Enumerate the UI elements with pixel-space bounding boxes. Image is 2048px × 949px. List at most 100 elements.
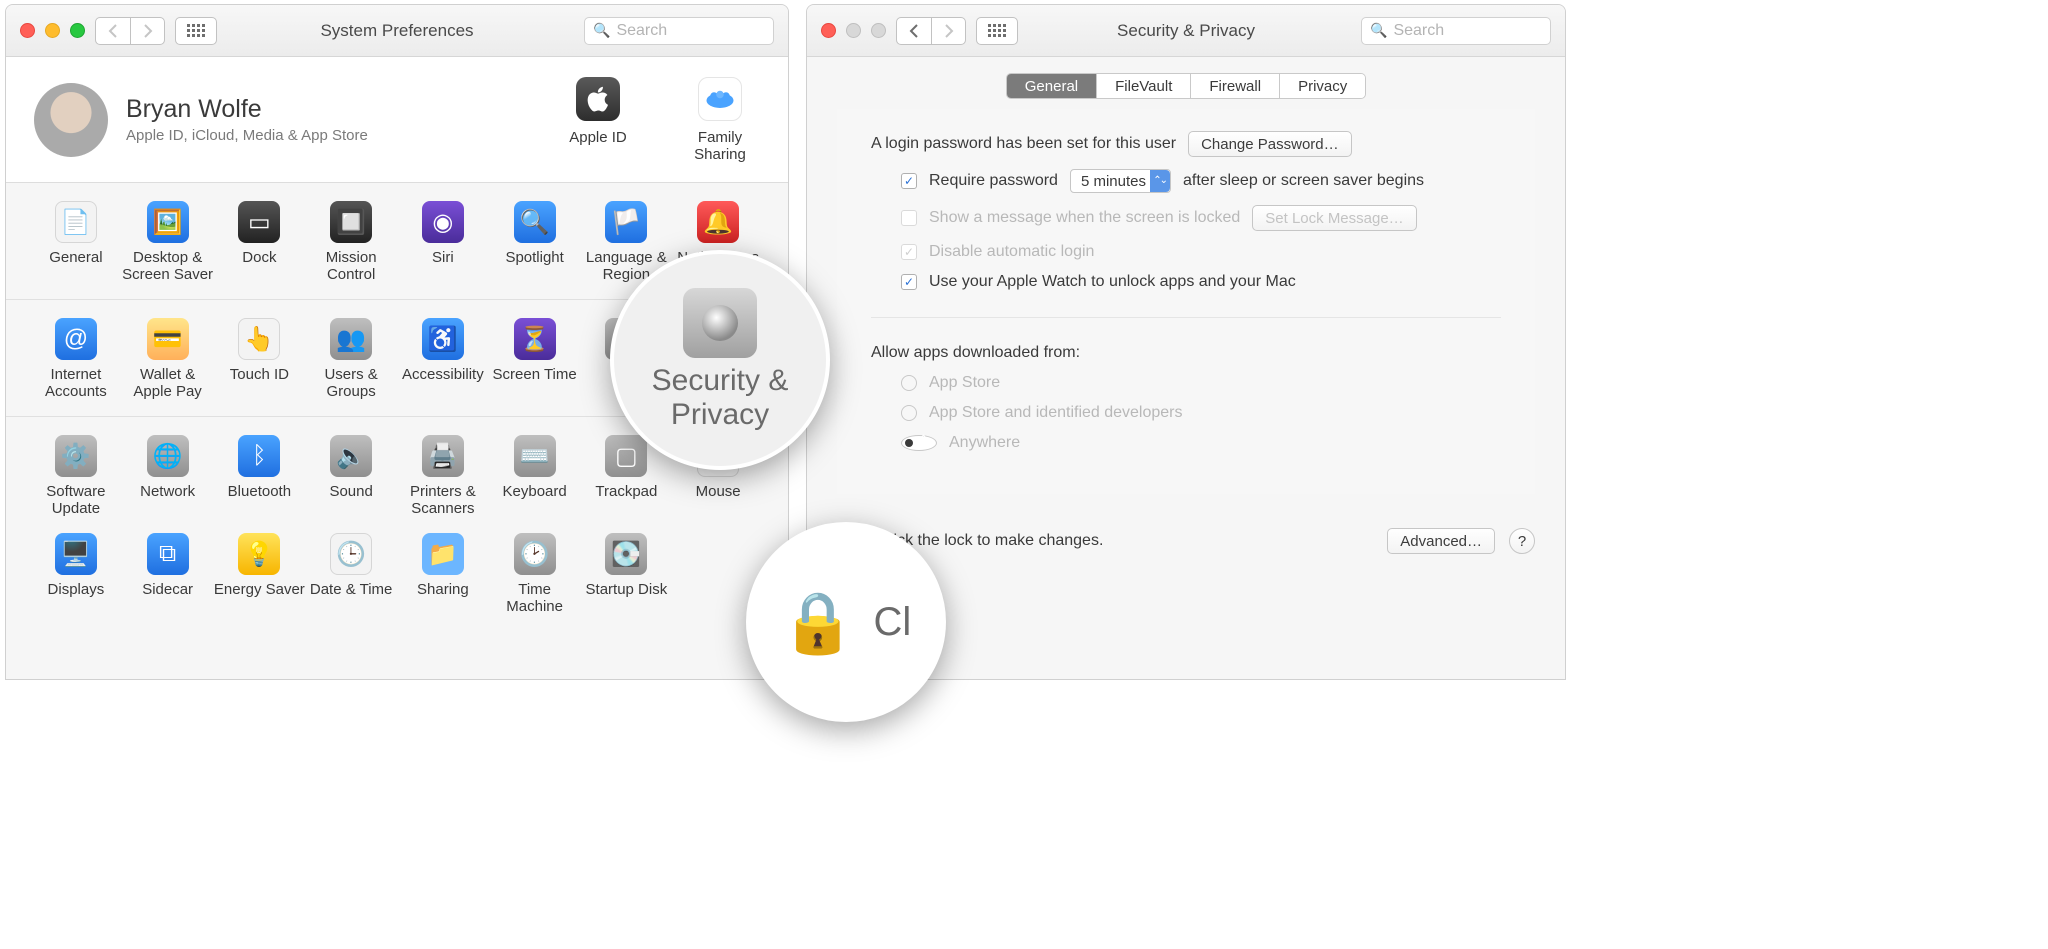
back-button[interactable]	[96, 18, 130, 44]
show-all-button[interactable]	[175, 17, 217, 45]
search-field[interactable]: 🔍 Search	[1361, 17, 1551, 45]
pref-sharing[interactable]: 📁Sharing	[397, 529, 489, 621]
forward-button[interactable]	[130, 18, 164, 44]
pref-datetime[interactable]: 🕒 Date & Time	[305, 529, 397, 621]
pref-label: Users & Groups	[305, 366, 397, 402]
close-window[interactable]	[821, 23, 836, 38]
pref-spotlight[interactable]: 🔍Spotlight	[489, 197, 581, 289]
disable-auto-login-checkbox	[901, 244, 917, 260]
pref-touchid[interactable]: 👆Touch ID	[214, 314, 306, 406]
pref-displays[interactable]: 🖥️Displays	[30, 529, 122, 621]
sharing-icon: 📁	[422, 533, 464, 575]
pref-sidecar[interactable]: ⧉Sidecar	[122, 529, 214, 621]
pref-label: Date & Time	[310, 581, 393, 617]
user-name: Bryan Wolfe	[126, 95, 368, 124]
pref-siri[interactable]: ◉Siri	[397, 197, 489, 289]
zoom-window[interactable]	[871, 23, 886, 38]
require-password-checkbox[interactable]	[901, 173, 917, 189]
callout-lock: 🔒 Cl	[746, 522, 946, 722]
change-password-button[interactable]: Change Password…	[1188, 131, 1352, 157]
pref-internet[interactable]: @Internet Accounts	[30, 314, 122, 406]
back-button[interactable]	[897, 18, 931, 44]
titlebar: Security & Privacy 🔍 Search	[807, 5, 1565, 57]
window-title: Security & Privacy	[1117, 21, 1255, 41]
pref-mission[interactable]: 🔲Mission Control	[305, 197, 397, 289]
tab-firewall[interactable]: Firewall	[1190, 74, 1279, 98]
pref-label: Displays	[48, 581, 105, 617]
pref-sound[interactable]: 🔈 Sound	[305, 431, 397, 523]
internet-icon: @	[55, 318, 97, 360]
zoom-window[interactable]	[70, 23, 85, 38]
divider	[871, 317, 1501, 318]
search-icon: 🔍	[1370, 22, 1387, 39]
pref-label: Siri	[432, 249, 454, 285]
mission-icon: 🔲	[330, 201, 372, 243]
advanced-button[interactable]: Advanced…	[1387, 528, 1495, 554]
pref-printers[interactable]: 🖨️Printers & Scanners	[397, 431, 489, 523]
pref-startup[interactable]: 💽Startup Disk	[581, 529, 673, 621]
apple-id-item[interactable]: Apple ID	[558, 77, 638, 163]
tab-filevault[interactable]: FileVault	[1096, 74, 1190, 98]
help-button[interactable]: ?	[1509, 528, 1535, 554]
pref-dock[interactable]: ▭Dock	[214, 197, 306, 289]
sound-icon: 🔈	[330, 435, 372, 477]
pref-wallet[interactable]: 💳Wallet & Apple Pay	[122, 314, 214, 406]
swupdate-icon: ⚙️	[55, 435, 97, 477]
family-icon	[698, 77, 742, 121]
pref-label: General	[49, 249, 102, 285]
pref-label: Printers & Scanners	[397, 483, 489, 519]
callout-security-label: Security & Privacy	[614, 364, 826, 433]
pref-network[interactable]: 🌐Network	[122, 431, 214, 523]
tabs: General FileVault Firewall Privacy	[807, 57, 1565, 109]
callout-lock-text: Cl	[873, 600, 911, 645]
close-window[interactable]	[20, 23, 35, 38]
family-sharing-item[interactable]: Family Sharing	[680, 77, 760, 163]
pref-bluetooth[interactable]: ᛒBluetooth	[214, 431, 306, 523]
login-password-text: A login password has been set for this u…	[871, 135, 1176, 153]
trackpad-icon: ▢	[605, 435, 647, 477]
tab-strip: General FileVault Firewall Privacy	[1006, 73, 1367, 99]
startup-icon: 💽	[605, 533, 647, 575]
require-password-row: Require password 5 minutes after sleep o…	[871, 169, 1501, 193]
datetime-icon: 🕒	[330, 533, 372, 575]
nav-back-forward	[95, 17, 165, 45]
timemachine-icon: 🕑	[514, 533, 556, 575]
pref-keyboard[interactable]: ⌨️Keyboard	[489, 431, 581, 523]
pref-label: Wallet & Apple Pay	[122, 366, 214, 402]
allow-apps-heading: Allow apps downloaded from:	[871, 344, 1080, 362]
disable-auto-login-label: Disable automatic login	[929, 243, 1094, 261]
forward-button[interactable]	[931, 18, 965, 44]
general-panel: A login password has been set for this u…	[837, 109, 1535, 494]
header-icons: Apple ID Family Sharing	[558, 77, 760, 163]
show-all-button[interactable]	[976, 17, 1018, 45]
pref-energy[interactable]: 💡Energy Saver	[214, 529, 306, 621]
tab-general[interactable]: General	[1007, 74, 1096, 98]
pref-general[interactable]: 📄General	[30, 197, 122, 289]
allow-apps-heading-row: Allow apps downloaded from:	[871, 344, 1501, 362]
minimize-window[interactable]	[846, 23, 861, 38]
pref-swupdate[interactable]: ⚙️ Software Update	[30, 431, 122, 523]
search-placeholder: Search	[1393, 22, 1444, 40]
delay-select[interactable]: 5 minutes	[1070, 169, 1171, 193]
pref-timemachine[interactable]: 🕑Time Machine	[489, 529, 581, 621]
user-header: Bryan Wolfe Apple ID, iCloud, Media & Ap…	[6, 57, 788, 183]
user-subtitle: Apple ID, iCloud, Media & App Store	[126, 127, 368, 144]
avatar[interactable]	[34, 83, 108, 157]
pref-accessibility[interactable]: ♿Accessibility	[397, 314, 489, 406]
set-lock-message-button: Set Lock Message…	[1252, 205, 1416, 231]
opt-identified-row: App Store and identified developers	[871, 404, 1501, 422]
disable-auto-login-row: Disable automatic login	[871, 243, 1501, 261]
opt-anywhere-radio	[901, 435, 937, 451]
pref-label: Software Update	[30, 483, 122, 519]
search-field[interactable]: 🔍 Search	[584, 17, 774, 45]
pref-label: Touch ID	[230, 366, 289, 402]
user-name-block[interactable]: Bryan Wolfe Apple ID, iCloud, Media & Ap…	[126, 95, 368, 144]
minimize-window[interactable]	[45, 23, 60, 38]
pref-label: Sound	[329, 483, 372, 519]
traffic-lights	[821, 23, 886, 38]
pref-desktop[interactable]: 🖼️Desktop & Screen Saver	[122, 197, 214, 289]
apple-watch-checkbox[interactable]	[901, 274, 917, 290]
pref-users[interactable]: 👥Users & Groups	[305, 314, 397, 406]
pref-screentime[interactable]: ⏳Screen Time	[489, 314, 581, 406]
tab-privacy[interactable]: Privacy	[1279, 74, 1365, 98]
